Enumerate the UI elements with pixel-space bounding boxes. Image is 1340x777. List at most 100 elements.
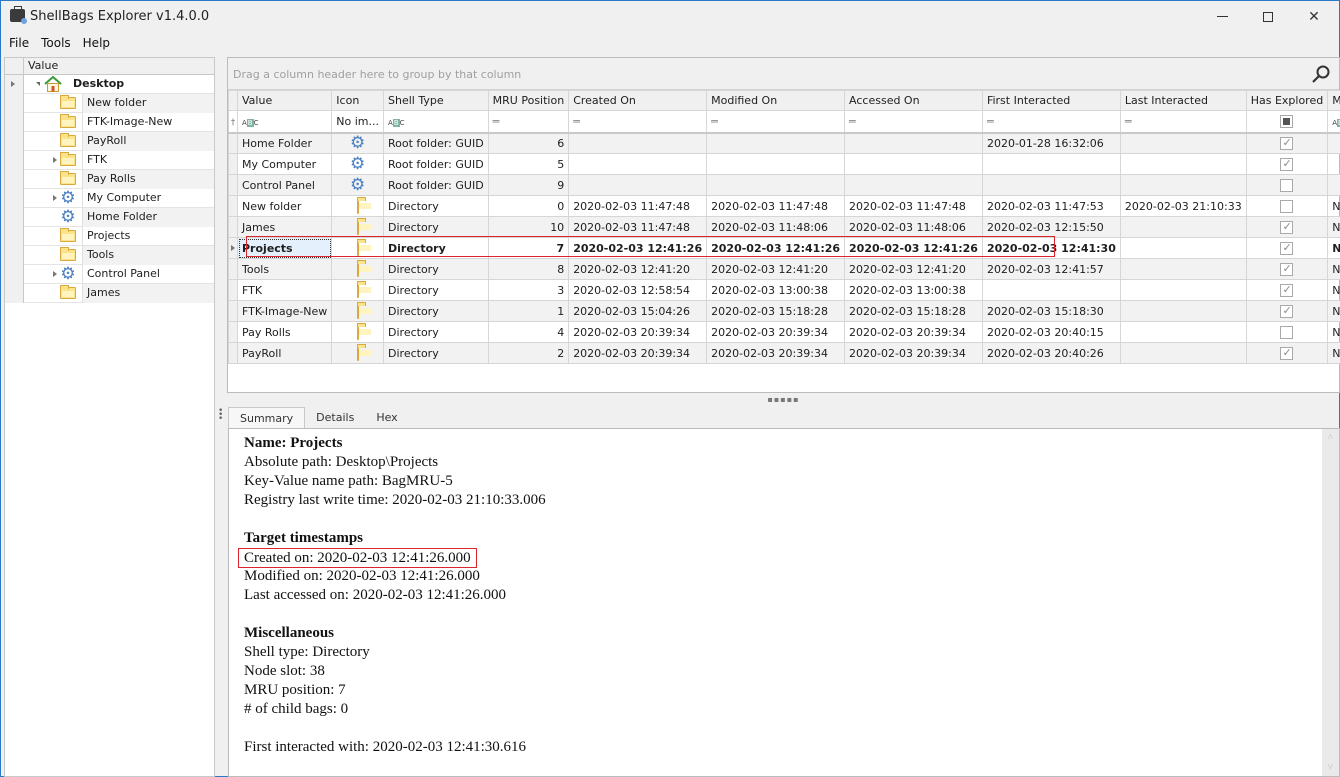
cell-mru[interactable]: 7 [487,237,570,259]
cell-created[interactable]: 2020-02-03 20:39:34 [568,342,708,364]
menu-file[interactable]: File [1,34,33,54]
cell-shell-type[interactable]: Directory [383,279,489,301]
cell-created[interactable]: 2020-02-03 11:47:48 [568,216,708,238]
has-explored-checkbox[interactable] [1280,346,1294,360]
expand-arrow-icon[interactable] [53,195,57,201]
scroll-up-icon[interactable]: ˄ [1322,429,1339,446]
cell-icon[interactable] [331,237,385,259]
search-icon[interactable] [1311,64,1331,84]
tree-header-value[interactable]: Value [24,58,58,74]
tree-node[interactable]: ⚙ Home Folder [5,207,214,227]
cell-modified[interactable] [706,174,846,196]
has-explored-checkbox[interactable] [1280,136,1294,150]
tree-node[interactable]: FTK [5,150,214,170]
table-row[interactable]: Projects Directory 7 2020-02-03 12:41:26 202… [228,237,1340,259]
cell-accessed[interactable]: 2020-02-03 12:41:20 [844,258,983,280]
cell-value[interactable]: James [236,216,333,238]
cell-modified[interactable]: 2020-02-03 20:39:34 [706,342,846,364]
filter-icon[interactable]: No im... [331,110,385,134]
cell-mru[interactable]: 6 [487,132,570,154]
tree-node[interactable]: Tools [5,245,214,265]
cell-icon[interactable] [331,279,385,301]
has-explored-checkbox[interactable] [1280,178,1294,192]
cell-misc[interactable] [1327,132,1340,154]
scroll-down-icon[interactable]: ˅ [1322,759,1339,776]
cell-icon[interactable] [331,258,385,280]
cell-accessed[interactable]: 2020-02-03 20:39:34 [844,342,983,364]
cell-modified[interactable]: 2020-02-03 12:41:26 [706,237,846,259]
table-row[interactable]: Home Folder ⚙ Root folder: GUID 6 2020-01-28… [228,132,1340,154]
filter-modified[interactable]: ═ [706,110,846,134]
cell-created[interactable]: 2020-02-03 20:39:34 [568,321,708,343]
cell-mru[interactable]: 9 [487,174,570,196]
cell-last[interactable] [1119,279,1247,301]
cell-misc[interactable]: NTFS file sys... [1327,237,1340,259]
cell-has-explored[interactable] [1245,321,1329,343]
tab-details[interactable]: Details [305,407,365,429]
cell-mru[interactable]: 4 [487,321,570,343]
filter-checkbox[interactable] [1280,115,1294,128]
cell-has-explored[interactable] [1245,153,1329,175]
cell-icon[interactable]: ⚙ [331,174,385,196]
column-header-icon[interactable]: Icon [331,90,385,111]
cell-icon[interactable] [331,195,385,217]
cell-mru[interactable]: 10 [487,216,570,238]
cell-value[interactable]: My Computer [236,153,333,175]
cell-first[interactable] [981,153,1121,175]
has-explored-checkbox[interactable] [1280,262,1294,276]
cell-value[interactable]: FTK-Image-New [236,300,333,322]
cell-last[interactable] [1119,132,1247,154]
column-header-accessed-on[interactable]: Accessed On [844,90,983,111]
cell-first[interactable] [981,279,1121,301]
cell-created[interactable]: 2020-02-03 15:04:26 [568,300,708,322]
has-explored-checkbox[interactable] [1280,304,1294,318]
cell-misc[interactable]: NTFS file system [1327,279,1340,301]
filter-first-interacted[interactable]: ═ [981,110,1121,134]
pane-splitter[interactable]: ▪▪▪▪▪ [227,393,1340,405]
cell-mru[interactable]: 1 [487,300,570,322]
cell-has-explored[interactable] [1245,300,1329,322]
cell-misc[interactable]: NTFS file system [1327,258,1340,280]
cell-last[interactable] [1119,174,1247,196]
panel-grip-icon[interactable]: • • • [218,407,223,424]
filter-accessed[interactable]: ═ [844,110,983,134]
cell-shell-type[interactable]: Directory [383,195,489,217]
cell-last[interactable] [1119,153,1247,175]
cell-shell-type[interactable]: Root folder: GUID [383,132,489,154]
cell-accessed[interactable]: 2020-02-03 11:47:48 [844,195,983,217]
cell-mru[interactable]: 0 [487,195,570,217]
minimize-button[interactable] [1199,1,1245,32]
cell-misc[interactable] [1327,174,1340,196]
table-row[interactable]: FTK Directory 3 2020-02-03 12:58:54 2020-02-… [228,279,1340,301]
cell-has-explored[interactable] [1245,216,1329,238]
column-header-created-on[interactable]: Created On [568,90,708,111]
cell-first[interactable]: 2020-02-03 20:40:15 [981,321,1121,343]
cell-created[interactable]: 2020-02-03 12:41:26 [568,237,708,259]
cell-misc[interactable]: NTFS file system [1327,342,1340,364]
cell-value[interactable]: Control Panel [236,174,333,196]
cell-first[interactable]: 2020-02-03 12:41:30 [981,237,1121,259]
column-header-first-interacted[interactable]: First Interacted [981,90,1121,111]
cell-first[interactable]: 2020-02-03 11:47:53 [981,195,1121,217]
has-explored-checkbox[interactable] [1280,157,1294,171]
cell-modified[interactable]: 2020-02-03 15:18:28 [706,300,846,322]
cell-value[interactable]: PayRoll [236,342,333,364]
cell-created[interactable] [568,132,708,154]
tab-summary[interactable]: Summary [228,407,306,429]
cell-accessed[interactable]: 2020-02-03 12:41:26 [844,237,983,259]
cell-icon[interactable]: ⚙ [331,132,385,154]
cell-has-explored[interactable] [1245,237,1329,259]
cell-mru[interactable]: 5 [487,153,570,175]
cell-last[interactable] [1119,321,1247,343]
table-row[interactable]: Pay Rolls Directory 4 2020-02-03 20:39:34 20… [228,321,1340,343]
cell-modified[interactable]: 2020-02-03 13:00:38 [706,279,846,301]
cell-modified[interactable]: 2020-02-03 11:48:06 [706,216,846,238]
cell-icon[interactable] [331,300,385,322]
tree-node[interactable]: James [5,283,214,303]
cell-created[interactable]: 2020-02-03 12:41:20 [568,258,708,280]
tree-node[interactable]: Projects [5,226,214,246]
cell-last[interactable] [1119,342,1247,364]
cell-first[interactable]: 2020-01-28 16:32:06 [981,132,1121,154]
table-row[interactable]: My Computer ⚙ Root folder: GUID 5 [228,153,1340,175]
cell-accessed[interactable]: 2020-02-03 20:39:34 [844,321,983,343]
